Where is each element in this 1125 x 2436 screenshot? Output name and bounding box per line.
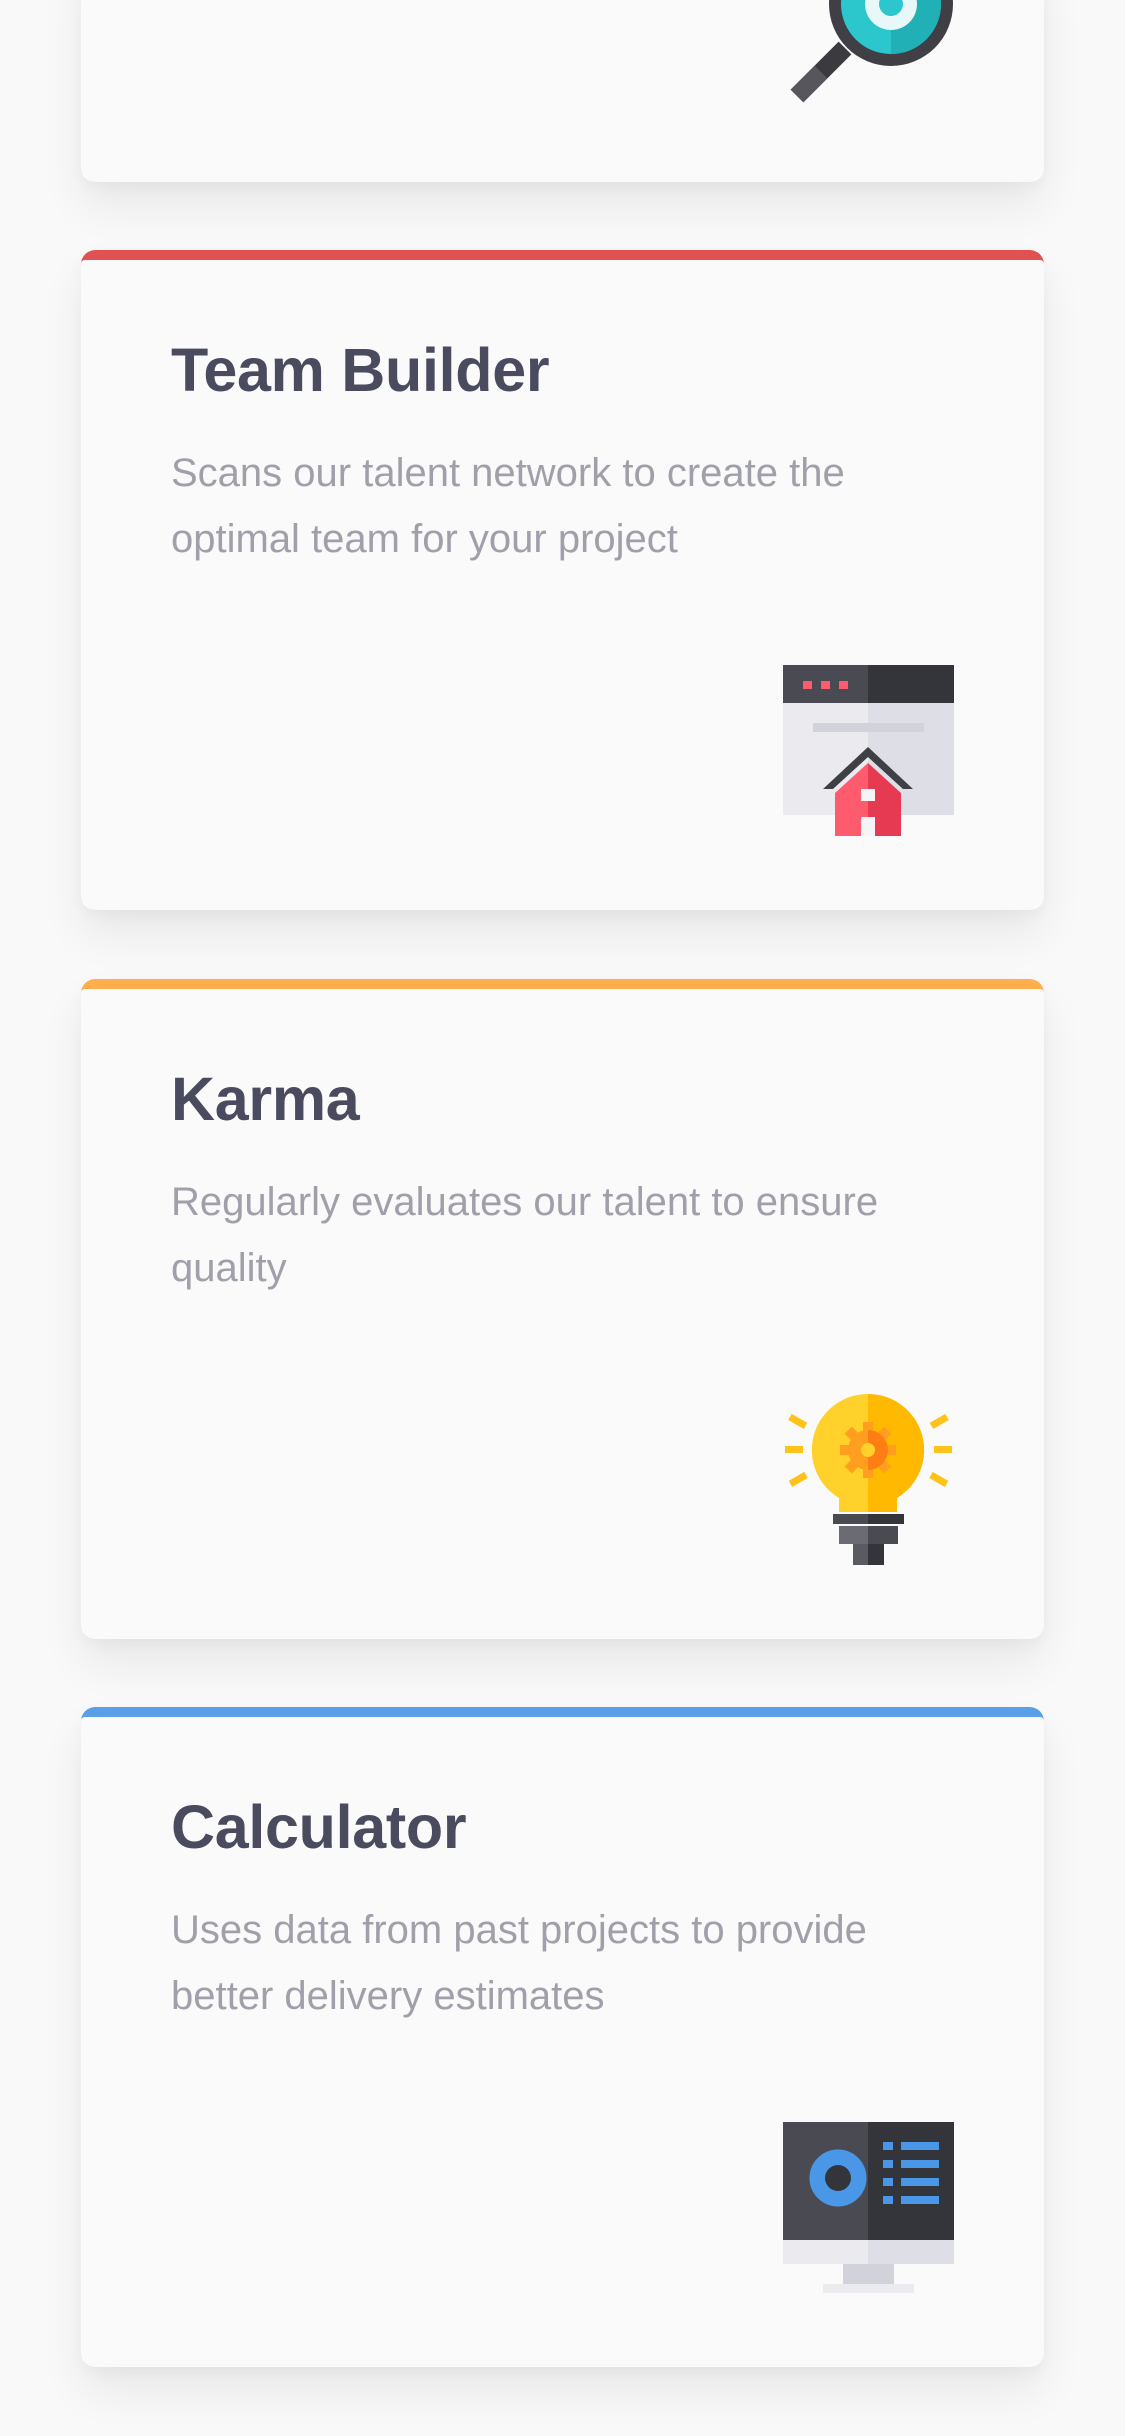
card-accent-bar [81,979,1044,993]
card-accent-bar [81,1707,1044,1721]
card-description: Regularly evaluates our talent to ensure… [171,1180,879,1290]
website-home-icon [783,665,954,836]
feature-card-top [81,0,1044,182]
card-description: Scans our talent network to create the o… [171,451,845,561]
card-title: Calculator [171,1793,467,1861]
feature-card-karma: Karma Regularly evaluates our talent to … [81,979,1044,1639]
feature-card-calculator: Calculator Uses data from past projects … [81,1707,1044,2367]
card-description: Uses data from past projects to provide … [171,1908,867,2018]
card-title: Team Builder [171,336,550,404]
feature-card-team-builder: Team Builder Scans our talent network to… [81,250,1044,910]
monitor-chart-icon [783,2122,954,2293]
card-accent-bar [81,250,1044,264]
feature-list: Team Builder Scans our talent network to… [0,0,1125,2436]
lightbulb-icon [785,1394,952,1565]
magnifier-icon [790,0,953,103]
card-title: Karma [171,1065,360,1133]
